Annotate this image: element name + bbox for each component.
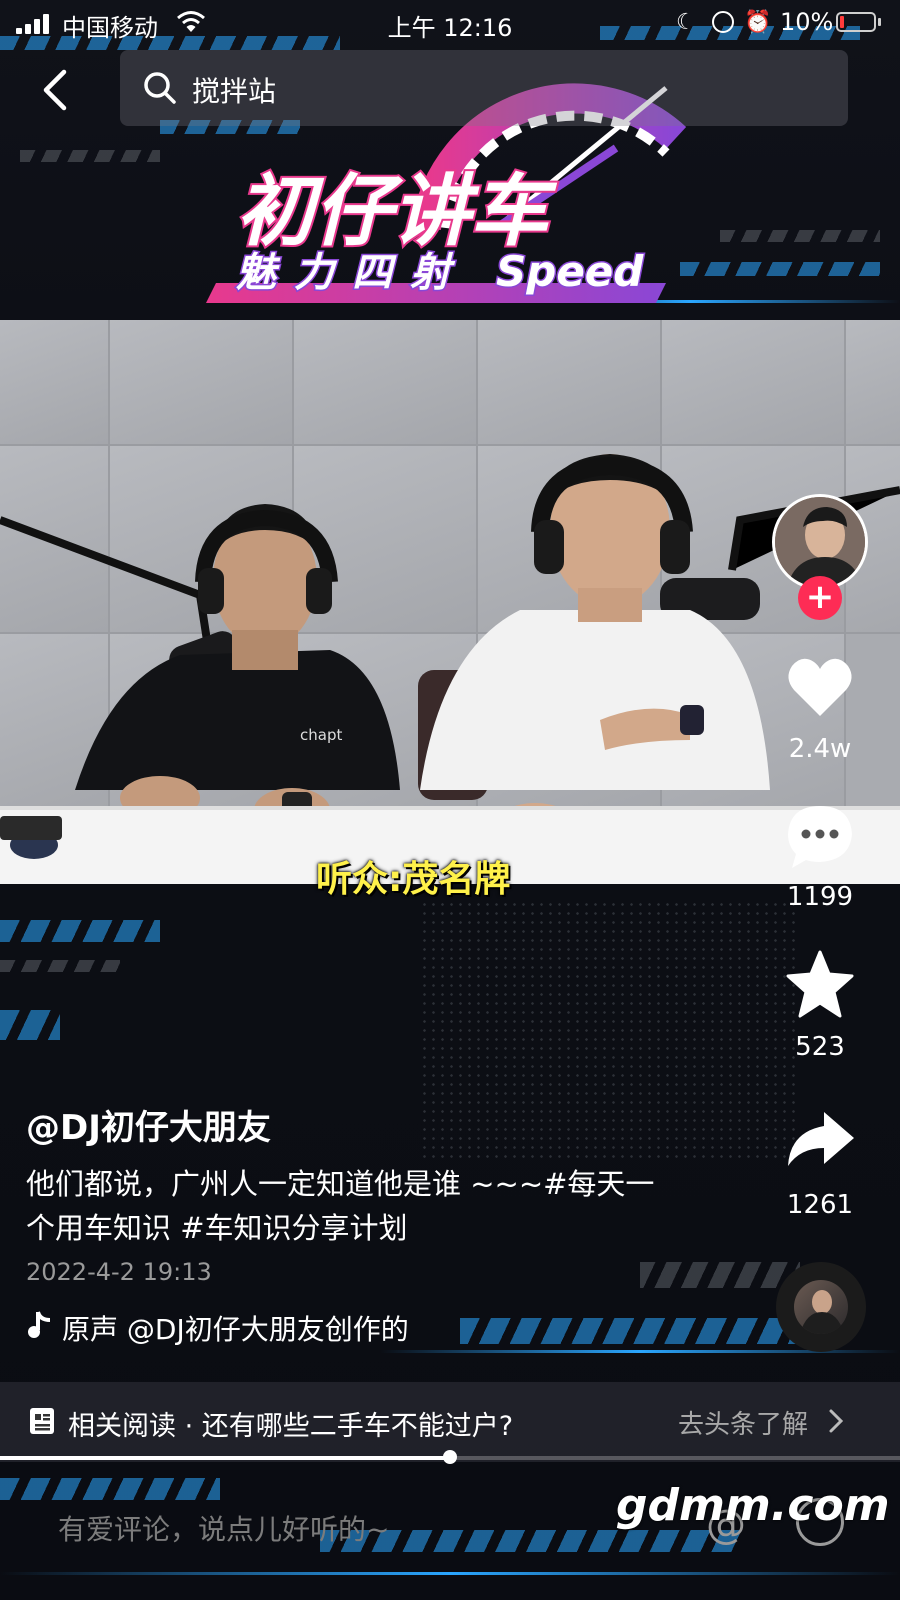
comment-input[interactable]: 有爱评论，说点儿好听的~	[58, 1508, 389, 1548]
follow-plus-button[interactable]: +	[798, 576, 842, 620]
deco-stripe	[0, 920, 160, 942]
comment-icon[interactable]	[784, 800, 856, 872]
deco-stripe	[0, 1010, 60, 1040]
shirt-print: chapt	[300, 726, 342, 744]
favorite-count: 523	[795, 1032, 845, 1062]
alarm-icon: ⏰	[744, 10, 772, 35]
comment-count: 1199	[786, 882, 854, 912]
chevron-right-icon[interactable]	[826, 1408, 846, 1434]
share-arrow-icon[interactable]	[784, 1104, 856, 1176]
deco-stripe	[720, 230, 880, 242]
battery-level	[840, 16, 844, 28]
hosts-illustration: chapt	[0, 454, 900, 884]
rotation-lock-icon	[712, 11, 734, 33]
post-description: 他们都说，广州人一定知道他是谁 ~~~#每天一个用车知识 #车知识分享计划	[26, 1167, 655, 1245]
deco-stripe	[20, 150, 160, 162]
status-bar: 中国移动 上午 12:16 ☾ ⏰ 10%	[0, 0, 900, 46]
search-icon	[144, 72, 176, 104]
progress-handle[interactable]	[443, 1450, 457, 1464]
related-reading-link[interactable]: 去头条了解	[678, 1404, 808, 1441]
heart-icon[interactable]	[784, 652, 856, 724]
music-title[interactable]: 原声 @DJ初仔大朋友创作的	[62, 1308, 460, 1348]
moon-icon: ☾	[676, 10, 696, 35]
related-reading-text[interactable]: 相关阅读 · 还有哪些二手车不能过户?	[68, 1404, 513, 1443]
author-username[interactable]: @DJ初仔大朋友	[26, 1100, 271, 1149]
post-date: 2022-4-2 19:13	[26, 1258, 212, 1286]
clock-time: 上午 12:16	[387, 14, 513, 42]
progress-fill	[0, 1456, 450, 1460]
logo-title: 初仔讲车	[236, 167, 558, 257]
star-icon[interactable]	[784, 948, 856, 1020]
article-icon	[30, 1408, 54, 1434]
battery-nub	[878, 18, 881, 26]
watermark: gdmm.com	[616, 1480, 890, 1531]
carrier-label: 中国移动	[62, 14, 158, 42]
share-count: 1261	[786, 1190, 854, 1220]
logo-speed: Speed	[496, 247, 644, 296]
deco-stripe	[0, 960, 120, 972]
music-disc-cover	[794, 1280, 848, 1334]
wifi-icon	[177, 11, 205, 32]
deco-dots	[420, 900, 800, 1160]
like-count: 2.4w	[788, 734, 852, 764]
search-query: 搅拌站	[192, 75, 277, 108]
back-chevron-icon[interactable]	[36, 68, 76, 112]
music-note-icon	[28, 1311, 51, 1338]
deco-stripe	[640, 1262, 800, 1288]
logo-subtitle: 魅力四射	[236, 250, 468, 296]
video-frame[interactable]: chapt	[0, 320, 900, 884]
battery-percent: 10%	[780, 8, 834, 36]
deco-beam	[0, 1572, 900, 1575]
video-caption: 听众:茂名牌	[316, 859, 511, 900]
deco-stripe	[0, 1478, 220, 1500]
deco-stripe	[680, 262, 880, 276]
signal-icon	[16, 14, 54, 34]
